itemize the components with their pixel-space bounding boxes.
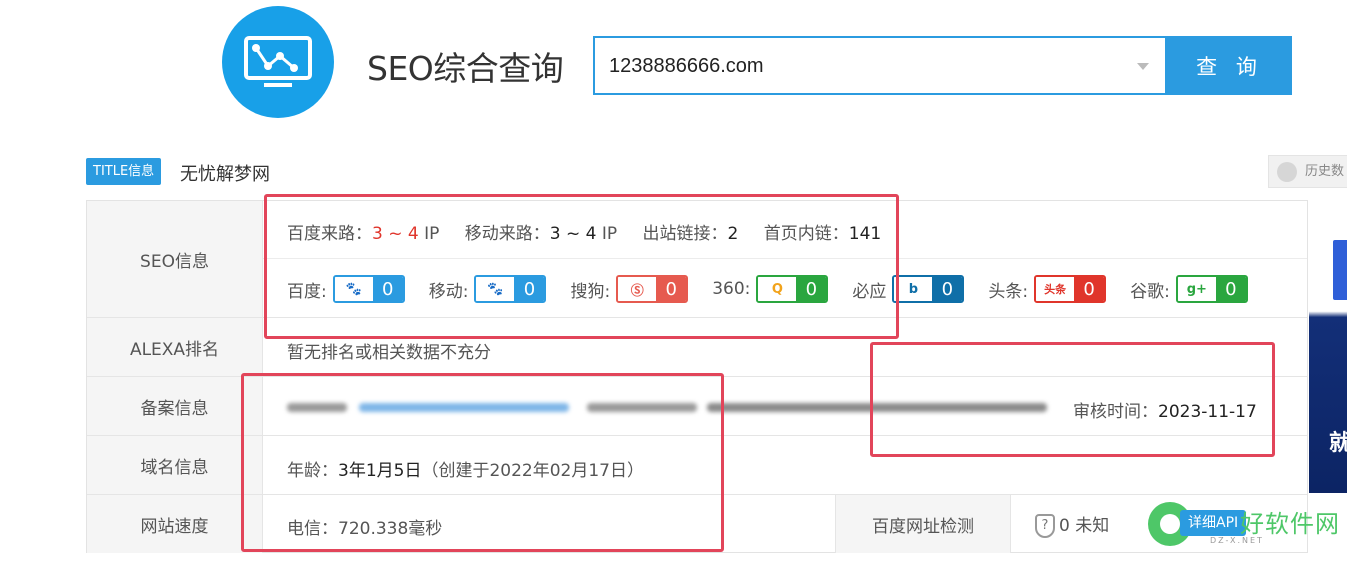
site-title-value: 无忧解梦网 — [180, 164, 270, 185]
speed-label: 网站速度 — [87, 495, 263, 553]
alexa-value: 暂无排名或相关数据不充分 — [287, 343, 491, 363]
watermark-url: DZ-X.NET — [1210, 536, 1264, 545]
bing-icon: b — [894, 277, 933, 301]
domain-label: 域名信息 — [87, 436, 263, 494]
baidu-url-check-result[interactable]: ? 0 未知 — [1035, 511, 1109, 538]
baidu-url-check-label: 百度网址检测 — [835, 495, 1011, 553]
weight-value: 0 — [932, 277, 963, 301]
search-box[interactable] — [593, 36, 1167, 95]
title-info-tag: TITLE信息 — [86, 158, 162, 185]
site-logo[interactable] — [222, 6, 334, 118]
dropdown-arrow-icon[interactable] — [1137, 63, 1149, 70]
weight-label: 头条: — [988, 281, 1029, 302]
weight-label: 谷歌: — [1130, 281, 1170, 302]
ad-graphic — [1333, 240, 1347, 300]
google-weight-badge[interactable]: g+ 0 — [1175, 275, 1248, 303]
check-value: 0 未知 — [1059, 516, 1110, 536]
weight-value: 0 — [1215, 277, 1246, 301]
annotation-box-domain — [241, 373, 724, 552]
page-title: SEO综合查询 — [367, 49, 564, 88]
ad-text: 就 — [1329, 431, 1347, 456]
seo-label: SEO信息 — [87, 201, 263, 317]
weight-value: 0 — [1074, 277, 1105, 301]
side-advertisement[interactable]: 就 — [1309, 200, 1347, 493]
bing-weight-badge[interactable]: b0 — [892, 275, 965, 303]
domain-search-input[interactable] — [609, 50, 1119, 82]
shield-question-icon: ? — [1035, 514, 1055, 538]
annotation-box-review — [870, 342, 1275, 457]
watermark: 详细API 好软件网 DZ-X.NET — [1148, 496, 1347, 552]
watermark-brand: 好软件网 — [1240, 510, 1340, 538]
history-button-label: 历史数 — [1305, 164, 1345, 179]
history-icon — [1277, 162, 1297, 182]
toutiao-weight-badge[interactable]: 头条 0 — [1034, 275, 1107, 303]
search-button[interactable]: 查 询 — [1167, 36, 1292, 95]
alexa-label: ALEXA排名 — [87, 318, 263, 376]
beian-label: 备案信息 — [87, 377, 263, 435]
annotation-box-seo — [264, 194, 899, 339]
monitor-chart-icon — [244, 36, 312, 87]
history-data-button[interactable]: 历史数 — [1268, 155, 1347, 188]
detail-api-button[interactable]: 详细API — [1180, 510, 1247, 536]
google-plus-icon: g+ — [1177, 277, 1216, 301]
toutiao-icon: 头条 — [1036, 277, 1075, 301]
